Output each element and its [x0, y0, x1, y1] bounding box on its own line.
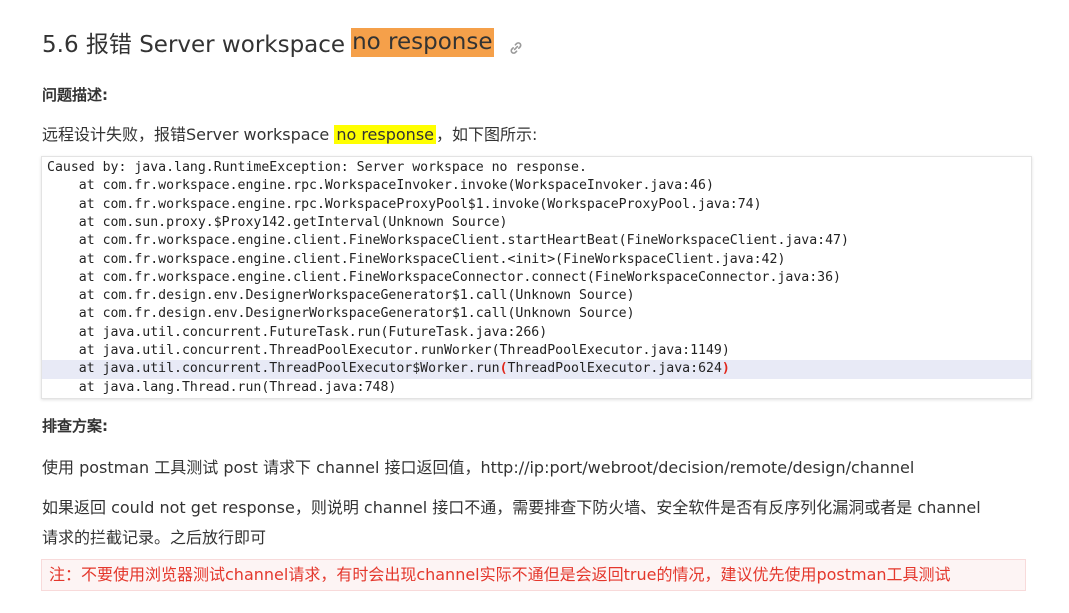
- stacktrace-line: at java.util.concurrent.FutureTask.run(F…: [47, 324, 548, 340]
- solution-paragraph-2-line-1: 如果返回 could not get response，则说明 channel …: [42, 498, 981, 517]
- heading-text: 5.6 报错 Server workspace: [42, 32, 346, 58]
- problem-text-before: 远程设计失败，报错Server workspace: [42, 125, 335, 144]
- section-heading: 5.6 报错 Server workspace no response: [42, 24, 524, 60]
- problem-text-highlight: no response: [334, 125, 436, 144]
- stacktrace-line: at java.util.concurrent.ThreadPoolExecut…: [47, 343, 730, 358]
- link-icon[interactable]: [508, 36, 524, 54]
- problem-title: 问题描述:: [42, 86, 108, 104]
- stacktrace-line-highlighted: at java.util.concurrent.ThreadPoolExecut…: [42, 360, 1031, 379]
- stacktrace-line: at com.fr.design.env.DesignerWorkspaceGe…: [47, 306, 635, 322]
- stacktrace-line-args: ThreadPoolExecutor.java:624: [507, 361, 722, 377]
- warning-note: 注：不要使用浏览器测试channel请求，有时会出现channel实际不通但是会…: [41, 559, 1026, 591]
- problem-description: 远程设计失败，报错Server workspace no response ，如下…: [42, 121, 537, 145]
- stacktrace-line: Caused by: java.lang.RuntimeException: S…: [47, 160, 587, 175]
- heading-highlight: no response: [351, 27, 494, 57]
- solution-paragraph-1: 使用 postman 工具测试 post 请求下 channel 接口返回值，h…: [42, 458, 915, 477]
- stacktrace-line: at com.fr.workspace.engine.rpc.Workspace…: [47, 178, 714, 194]
- solution-title: 排查方案:: [42, 417, 108, 435]
- close-paren: ): [721, 361, 730, 377]
- stacktrace-line-text: at java.util.concurrent.ThreadPoolExecut…: [47, 361, 500, 377]
- stacktrace-line: at com.fr.workspace.engine.client.FineWo…: [47, 269, 841, 285]
- stacktrace-line: at com.fr.design.env.DesignerWorkspaceGe…: [47, 288, 635, 304]
- stacktrace-line: at com.fr.workspace.engine.client.FineWo…: [47, 251, 786, 267]
- open-paren: (: [499, 361, 508, 377]
- problem-text-after: ，如下图所示:: [436, 125, 538, 144]
- stacktrace-line: at com.fr.workspace.engine.rpc.Workspace…: [47, 196, 762, 212]
- stacktrace-screenshot: Caused by: java.lang.RuntimeException: S…: [41, 156, 1032, 399]
- solution-paragraph-2-line-2: 请求的拦截记录。之后放行即可: [42, 528, 267, 547]
- stacktrace-line: at com.fr.workspace.engine.client.FineWo…: [47, 233, 849, 249]
- stacktrace-line: at com.sun.proxy.$Proxy142.getInterval(U…: [47, 214, 508, 230]
- stacktrace-line: at java.lang.Thread.run(Thread.java:748): [47, 379, 397, 395]
